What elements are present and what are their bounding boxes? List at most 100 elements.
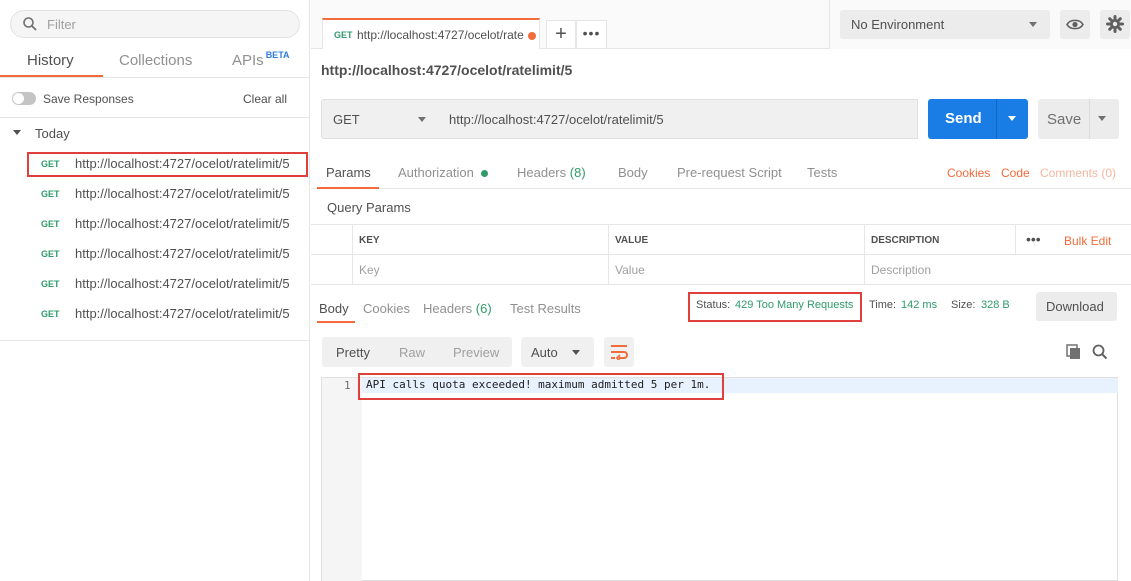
table-header-value: VALUE: [609, 225, 865, 255]
format-select-value: Auto: [531, 345, 558, 360]
save-options-icon[interactable]: [1098, 116, 1106, 121]
url-value: http://localhost:4727/ocelot/ratelimit/5: [449, 112, 664, 127]
headers-count: (8): [569, 165, 586, 180]
clear-all-button[interactable]: Clear all: [243, 92, 287, 106]
save-button[interactable]: Save: [1038, 99, 1119, 139]
send-button[interactable]: Send: [928, 99, 1028, 139]
tab-prerequest-script[interactable]: Pre-request Script: [677, 165, 782, 180]
method-badge: GET: [41, 189, 60, 199]
tab-history[interactable]: History: [27, 52, 74, 69]
gear-icon: [1106, 15, 1124, 33]
sidebar: Filter History Collections APIs BETA Save…: [0, 0, 310, 581]
divider: [1089, 99, 1090, 139]
history-item[interactable]: GET http://localhost:4727/ocelot/ratelim…: [0, 179, 310, 209]
key-input[interactable]: Key: [353, 255, 609, 285]
response-body-viewer[interactable]: 1 API calls quota exceeded! maximum admi…: [321, 377, 1118, 581]
time-value: 142 ms: [901, 299, 938, 311]
download-label: Download: [1046, 299, 1104, 314]
tab-test-results[interactable]: Test Results: [510, 301, 581, 316]
settings-button[interactable]: [1100, 10, 1130, 39]
cookies-link[interactable]: Cookies: [947, 166, 990, 180]
unsaved-dot-icon: [528, 32, 536, 40]
tab-headers-label: Headers: [517, 165, 567, 180]
tab-body[interactable]: Body: [618, 165, 648, 180]
active-tab-indicator: [0, 75, 103, 77]
format-select[interactable]: Auto: [521, 337, 594, 367]
send-options-icon[interactable]: [1008, 116, 1016, 121]
highlight-box: [358, 373, 724, 400]
eye-icon: [1066, 19, 1084, 30]
search-icon[interactable]: [1092, 344, 1108, 360]
history-item[interactable]: GET http://localhost:4727/ocelot/ratelim…: [0, 269, 310, 299]
response-headers-count: (6): [475, 301, 492, 316]
save-responses-row: Save Responses Clear all: [0, 80, 310, 118]
history-item[interactable]: GET http://localhost:4727/ocelot/ratelim…: [0, 239, 310, 269]
save-responses-label: Save Responses: [43, 92, 134, 106]
more-tabs-button[interactable]: •••: [576, 20, 607, 49]
tab-response-cookies[interactable]: Cookies: [363, 301, 410, 316]
line-number-gutter: 1: [322, 378, 362, 581]
save-label: Save: [1047, 111, 1082, 128]
environment-select[interactable]: No Environment: [840, 10, 1050, 39]
download-button[interactable]: Download: [1036, 292, 1117, 321]
save-responses-toggle[interactable]: [12, 92, 36, 105]
copy-icon[interactable]: [1066, 344, 1082, 360]
tab-response-headers[interactable]: Headers (6): [423, 301, 492, 316]
highlight-box: [688, 292, 862, 322]
description-input[interactable]: Description: [865, 255, 1131, 285]
tab-response-body[interactable]: Body: [319, 301, 349, 316]
divider: [0, 340, 310, 341]
tab-authorization[interactable]: Authorization: [398, 165, 488, 180]
table-cell: [311, 225, 353, 255]
sidebar-tabs: History Collections APIs BETA: [0, 44, 310, 78]
more-options-button[interactable]: •••: [1026, 231, 1041, 247]
preview-button[interactable]: Preview: [453, 345, 499, 360]
raw-button[interactable]: Raw: [399, 345, 425, 360]
tab-collections[interactable]: Collections: [119, 52, 192, 69]
environment-quick-look-button[interactable]: [1060, 10, 1090, 39]
history-url: http://localhost:4727/ocelot/ratelimit/5: [75, 216, 290, 231]
history-url: http://localhost:4727/ocelot/ratelimit/5: [75, 246, 290, 261]
tab-headers[interactable]: Headers (8): [517, 165, 586, 180]
request-tab[interactable]: GET http://localhost:4727/ocelot/rate: [322, 18, 540, 49]
table-header-key: KEY: [353, 225, 609, 255]
history-item[interactable]: GET http://localhost:4727/ocelot/ratelim…: [0, 299, 310, 329]
wrap-lines-button[interactable]: [604, 337, 634, 367]
method-select[interactable]: GET: [321, 99, 438, 139]
wrap-lines-icon: [611, 345, 628, 360]
divider: [1015, 225, 1016, 255]
history-group-today[interactable]: Today: [0, 124, 310, 144]
tab-params[interactable]: Params: [326, 165, 371, 180]
beta-badge: BETA: [265, 50, 290, 60]
time-label: Time:: [869, 299, 897, 311]
pretty-button[interactable]: Pretty: [336, 345, 370, 360]
format-button-group: Pretty Raw Preview: [322, 337, 512, 367]
chevron-down-icon: [1029, 22, 1037, 27]
active-tab-indicator: [317, 321, 355, 323]
filter-placeholder: Filter: [47, 17, 76, 32]
line-number: 1: [344, 379, 351, 392]
history-item[interactable]: GET http://localhost:4727/ocelot/ratelim…: [0, 209, 310, 239]
comments-link[interactable]: Comments (0): [1040, 166, 1116, 180]
filter-input[interactable]: Filter: [10, 10, 300, 38]
new-tab-button[interactable]: +: [546, 20, 576, 49]
tab-method: GET: [334, 30, 353, 40]
value-input[interactable]: Value: [609, 255, 865, 285]
history-url: http://localhost:4727/ocelot/ratelimit/5: [75, 186, 290, 201]
tab-response-headers-label: Headers: [423, 301, 473, 316]
method-badge: GET: [41, 219, 60, 229]
code-link[interactable]: Code: [1001, 166, 1030, 180]
active-tab-indicator: [317, 187, 379, 189]
method-badge: GET: [41, 249, 60, 259]
bulk-edit-link[interactable]: Bulk Edit: [1064, 234, 1111, 248]
tab-tests[interactable]: Tests: [807, 165, 837, 180]
tab-apis-label: APIs: [232, 52, 264, 69]
chevron-down-icon: [418, 117, 426, 122]
column-header: VALUE: [615, 235, 649, 246]
value-placeholder: Value: [615, 263, 645, 277]
size-label: Size:: [951, 299, 976, 311]
url-input[interactable]: http://localhost:4727/ocelot/ratelimit/5: [437, 99, 918, 139]
tab-apis[interactable]: APIs BETA: [232, 50, 290, 69]
method-badge: GET: [41, 309, 60, 319]
chevron-down-icon: [572, 350, 580, 355]
